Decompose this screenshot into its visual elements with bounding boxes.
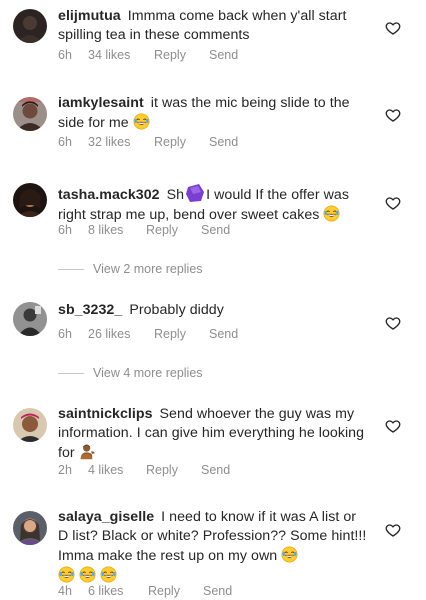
timestamp: 6h [58,327,72,341]
comment-text: elijmutua Immma come back when y'all sta… [58,7,370,45]
reply-button[interactable]: Reply [146,223,201,237]
username[interactable]: salaya_giselle [58,509,154,525]
avatar[interactable] [13,511,47,545]
likes-count[interactable]: 26 likes [88,327,154,341]
divider [58,372,84,374]
divider [58,268,84,270]
heart-outline-icon[interactable] [385,418,401,434]
send-button[interactable]: Send [201,463,230,477]
send-button[interactable]: Send [209,48,238,62]
comment-text: sb_3232_ Probably diddy [58,301,370,320]
username[interactable]: iamkylesaint [58,95,144,111]
comment-meta: 6h 8 likes Reply Send [58,223,230,237]
view-replies-label[interactable]: View 2 more replies [93,262,203,276]
timestamp: 2h [58,463,72,477]
username[interactable]: tasha.mack302 [58,187,160,203]
purple-shape-sticker [186,184,205,202]
timestamp: 6h [58,135,72,149]
username[interactable]: elijmutua [58,8,121,24]
heart-outline-icon[interactable] [385,20,401,36]
reply-button[interactable]: Reply [148,584,203,598]
reply-button[interactable]: Reply [146,463,201,477]
comment-meta: 6h 26 likes Reply Send [58,327,238,341]
comment-text: salaya_giselle I need to know if it was … [58,508,370,586]
comment-meta: 6h 32 likes Reply Send [58,135,238,149]
comment-body: Probably diddy [129,302,224,318]
heart-outline-icon[interactable] [385,522,401,538]
laughing-emoji [58,566,75,583]
reply-button[interactable]: Reply [154,135,209,149]
likes-count[interactable]: 8 likes [88,223,146,237]
reply-button[interactable]: Reply [154,327,209,341]
comment-body-start: Sh [166,187,185,203]
comment-text: tasha.mack302 Sh I would If the offer was… [58,182,370,225]
heart-outline-icon[interactable] [385,107,401,123]
likes-count[interactable]: 6 likes [88,584,148,598]
avatar[interactable] [13,408,47,442]
username[interactable]: saintnickclips [58,406,153,422]
laughing-emoji [100,566,117,583]
avatar[interactable] [13,9,47,43]
view-replies-label[interactable]: View 4 more replies [93,366,203,380]
comment-meta: 2h 4 likes Reply Send [58,463,230,477]
comment-meta: 6h 34 likes Reply Send [58,48,238,62]
comment-text: saintnickclips Send whoever the guy was … [58,405,370,463]
laughing-emoji [133,113,150,130]
username[interactable]: sb_3232_ [58,302,122,318]
reply-button[interactable]: Reply [154,48,209,62]
laughing-emoji [323,205,340,222]
timestamp: 6h [58,223,72,237]
comment-text: iamkylesaint it was the mic being slide … [58,94,370,133]
send-button[interactable]: Send [209,327,238,341]
timestamp: 4h [58,584,72,598]
heart-outline-icon[interactable] [385,315,401,331]
view-more-replies-button[interactable]: View 4 more replies [58,366,203,380]
laughing-emoji [79,566,96,583]
view-more-replies-button[interactable]: View 2 more replies [58,262,203,276]
avatar[interactable] [13,302,47,336]
likes-count[interactable]: 34 likes [88,48,154,62]
send-button[interactable]: Send [201,223,230,237]
likes-count[interactable]: 32 likes [88,135,154,149]
comment-meta: 4h 6 likes Reply Send [58,584,232,598]
person-tipping-hand-emoji [79,443,96,460]
avatar[interactable] [13,97,47,131]
avatar[interactable] [13,183,47,217]
heart-outline-icon[interactable] [385,195,401,211]
timestamp: 6h [58,48,72,62]
laughing-emoji [281,546,298,563]
send-button[interactable]: Send [209,135,238,149]
send-button[interactable]: Send [203,584,232,598]
likes-count[interactable]: 4 likes [88,463,146,477]
